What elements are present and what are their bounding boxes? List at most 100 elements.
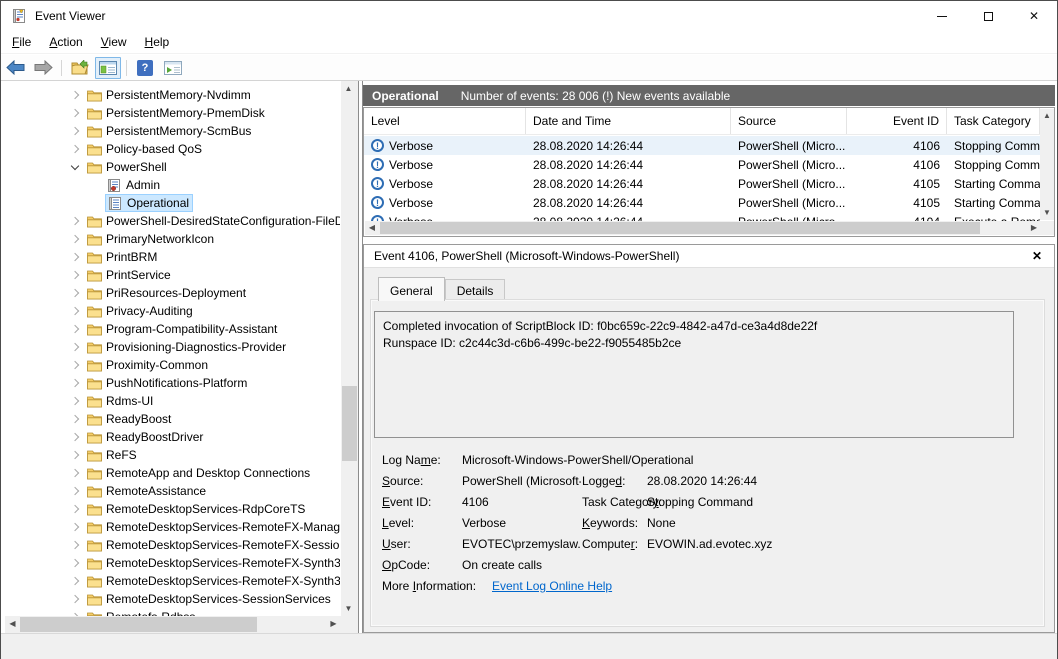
table-vertical-scrollbar[interactable]: ▲ ▼ — [1040, 109, 1054, 220]
tree-vscroll-thumb[interactable] — [342, 386, 357, 461]
chevron-right-icon[interactable] — [65, 326, 85, 332]
scroll-down-icon[interactable]: ▼ — [341, 601, 356, 616]
menu-help[interactable]: Help — [136, 32, 179, 52]
chevron-right-icon[interactable] — [65, 128, 85, 134]
menu-action[interactable]: Action — [40, 32, 91, 52]
scroll-right-icon[interactable]: ▶ — [1027, 221, 1041, 235]
show-console-tree-button[interactable] — [95, 57, 121, 79]
tree-hscroll-thumb[interactable] — [20, 617, 257, 632]
column-header-level[interactable]: Level — [364, 108, 526, 134]
tree-item[interactable]: Privacy-Auditing — [5, 302, 340, 320]
detail-close-button[interactable]: ✕ — [1032, 249, 1042, 263]
event-log-online-help-link[interactable]: Event Log Online Help — [492, 576, 1044, 597]
chevron-right-icon[interactable] — [65, 452, 85, 458]
table-row[interactable]: !Verbose 28.08.2020 14:26:44 PowerShell … — [364, 212, 1040, 221]
scroll-up-icon[interactable]: ▲ — [341, 81, 356, 96]
chevron-right-icon[interactable] — [65, 236, 85, 242]
minimize-button[interactable] — [919, 1, 965, 31]
chevron-right-icon[interactable] — [65, 398, 85, 404]
tree-item[interactable]: RemoteDesktopServices-RemoteFX-Synth3dv — [5, 554, 340, 572]
chevron-right-icon[interactable] — [65, 596, 85, 602]
table-hscroll-thumb[interactable] — [380, 222, 980, 234]
tree-item[interactable]: Operational — [5, 194, 340, 212]
tree-item[interactable]: RemoteDesktopServices-RemoteFX-Synth3dv — [5, 572, 340, 590]
help-button[interactable]: ? — [132, 57, 158, 79]
export-button[interactable] — [67, 57, 93, 79]
tree-item[interactable]: PersistentMemory-PmemDisk — [5, 104, 340, 122]
show-action-pane-button[interactable] — [160, 57, 186, 79]
tree-item[interactable]: PrintBRM — [5, 248, 340, 266]
tree-item[interactable]: RemoteDesktopServices-RemoteFX-SessionL — [5, 536, 340, 554]
scroll-left-icon[interactable]: ◀ — [365, 221, 379, 235]
scroll-right-icon[interactable]: ▶ — [326, 616, 341, 631]
table-row[interactable]: !Verbose 28.08.2020 14:26:44 PowerShell … — [364, 155, 1040, 174]
chevron-right-icon[interactable] — [65, 416, 85, 422]
menu-file[interactable]: File — [3, 32, 40, 52]
tree-item[interactable]: Provisioning-Diagnostics-Provider — [5, 338, 340, 356]
chevron-right-icon[interactable] — [65, 290, 85, 296]
close-button[interactable]: ✕ — [1011, 1, 1057, 31]
chevron-right-icon[interactable] — [65, 218, 85, 224]
tree-horizontal-scrollbar[interactable]: ◀ ▶ — [5, 616, 341, 633]
back-button[interactable] — [2, 57, 28, 79]
chevron-right-icon[interactable] — [65, 578, 85, 584]
chevron-right-icon[interactable] — [65, 344, 85, 350]
tab-details[interactable]: Details — [445, 279, 506, 301]
field-label: Computer: — [582, 534, 646, 555]
chevron-right-icon[interactable] — [65, 470, 85, 476]
table-horizontal-scrollbar[interactable]: ◀ ▶ — [365, 221, 1041, 235]
tree-item[interactable]: RemoteAssistance — [5, 482, 340, 500]
column-header-task-category[interactable]: Task Category — [947, 108, 1040, 134]
tree-item[interactable]: Rdms-UI — [5, 392, 340, 410]
tree-item[interactable]: ReadyBoostDriver — [5, 428, 340, 446]
tree-item[interactable]: RemoteApp and Desktop Connections — [5, 464, 340, 482]
tree-item[interactable]: ReFS — [5, 446, 340, 464]
scroll-down-icon[interactable]: ▼ — [1040, 206, 1054, 220]
maximize-button[interactable] — [965, 1, 1011, 31]
chevron-right-icon[interactable] — [65, 542, 85, 548]
chevron-right-icon[interactable] — [65, 308, 85, 314]
chevron-right-icon[interactable] — [65, 110, 85, 116]
chevron-right-icon[interactable] — [65, 488, 85, 494]
tab-general[interactable]: General — [378, 277, 445, 301]
column-header-event-id[interactable]: Event ID — [847, 108, 947, 134]
chevron-right-icon[interactable] — [65, 272, 85, 278]
tree-item[interactable]: Admin — [5, 176, 340, 194]
chevron-right-icon[interactable] — [65, 380, 85, 386]
tree-item[interactable]: Proximity-Common — [5, 356, 340, 374]
tree-item[interactable]: PriResources-Deployment — [5, 284, 340, 302]
column-header-source[interactable]: Source — [731, 108, 847, 134]
tree-item[interactable]: PersistentMemory-ScmBus — [5, 122, 340, 140]
table-row[interactable]: !Verbose 28.08.2020 14:26:44 PowerShell … — [364, 193, 1040, 212]
tree-item[interactable]: PowerShell-DesiredStateConfiguration-Fil… — [5, 212, 340, 230]
tree-item[interactable]: RemoteDesktopServices-SessionServices — [5, 590, 340, 608]
chevron-right-icon[interactable] — [65, 146, 85, 152]
column-header-date[interactable]: Date and Time — [526, 108, 731, 134]
event-description[interactable]: Completed invocation of ScriptBlock ID: … — [374, 311, 1014, 438]
table-row[interactable]: !Verbose 28.08.2020 14:26:44 PowerShell … — [364, 136, 1040, 155]
tree-vertical-scrollbar[interactable]: ▲ ▼ — [341, 81, 358, 616]
scroll-left-icon[interactable]: ◀ — [5, 616, 20, 631]
chevron-right-icon[interactable] — [65, 362, 85, 368]
chevron-right-icon[interactable] — [65, 434, 85, 440]
chevron-right-icon[interactable] — [65, 506, 85, 512]
tree-item[interactable]: RemoteDesktopServices-RdpCoreTS — [5, 500, 340, 518]
forward-button[interactable] — [30, 57, 56, 79]
tree-item[interactable]: PowerShell — [5, 158, 340, 176]
tree-item[interactable]: PersistentMemory-Nvdimm — [5, 86, 340, 104]
tree-item[interactable]: Program-Compatibility-Assistant — [5, 320, 340, 338]
tree-item[interactable]: PushNotifications-Platform — [5, 374, 340, 392]
chevron-right-icon[interactable] — [65, 524, 85, 530]
tree-item[interactable]: Policy-based QoS — [5, 140, 340, 158]
table-row[interactable]: !Verbose 28.08.2020 14:26:44 PowerShell … — [364, 174, 1040, 193]
chevron-right-icon[interactable] — [65, 254, 85, 260]
scroll-up-icon[interactable]: ▲ — [1040, 109, 1054, 123]
chevron-down-icon[interactable] — [65, 166, 85, 169]
chevron-right-icon[interactable] — [65, 92, 85, 98]
tree-item[interactable]: RemoteDesktopServices-RemoteFX-Manager — [5, 518, 340, 536]
tree-item[interactable]: PrintService — [5, 266, 340, 284]
menu-view[interactable]: View — [92, 32, 136, 52]
tree-item[interactable]: ReadyBoost — [5, 410, 340, 428]
chevron-right-icon[interactable] — [65, 560, 85, 566]
tree-item[interactable]: PrimaryNetworkIcon — [5, 230, 340, 248]
